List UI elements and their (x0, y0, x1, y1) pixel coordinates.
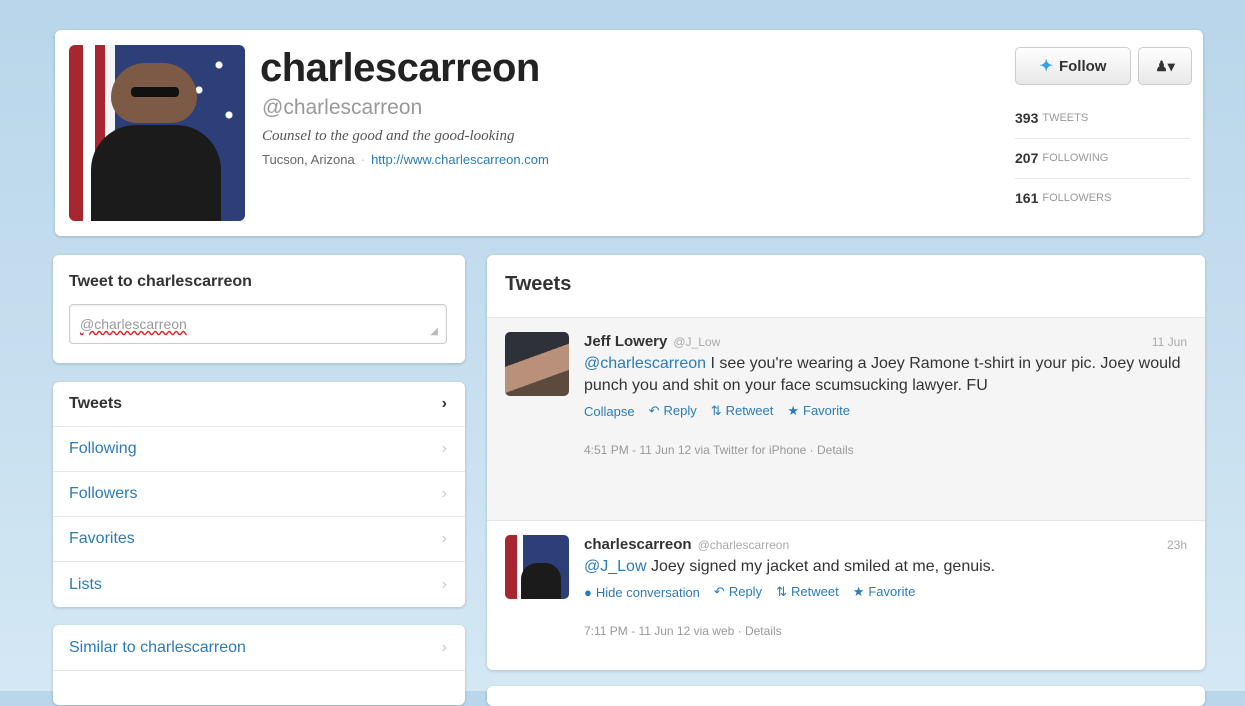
star-icon: ★ (852, 584, 865, 599)
stat-following-label: FOLLOWING (1042, 152, 1109, 164)
resize-handle-icon[interactable]: ◢ (430, 326, 438, 337)
retweet-label: Retweet (725, 403, 774, 418)
chevron-right-icon: › (441, 575, 447, 593)
retweet-label: Retweet (790, 584, 839, 599)
stat-tweets[interactable]: 393 TWEETS (1015, 98, 1190, 139)
nav-item-label: Lists (69, 575, 102, 593)
favorite-action[interactable]: ★ Favorite (787, 403, 850, 419)
stat-tweets-count: 393 (1015, 110, 1039, 126)
tweets-stream: Tweets Jeff Lowery @J_Low 11 Jun @charle… (487, 255, 1205, 670)
reply-action[interactable]: ↶ Reply (714, 584, 762, 600)
reply-action[interactable]: ↶ Reply (649, 403, 697, 419)
follow-button[interactable]: ✦ Follow (1015, 47, 1131, 85)
chevron-right-icon: › (441, 530, 447, 547)
tweet-text: @charlescarreon I see you're wearing a J… (584, 353, 1187, 397)
tweets-title: Tweets (505, 273, 572, 295)
profile-header: charlescarreon @charlescarreon Counsel t… (55, 30, 1203, 236)
reply-icon: ↶ (648, 403, 660, 418)
reply-label: Reply (728, 584, 763, 599)
nav-item-following[interactable]: Following › (53, 427, 465, 472)
nav-item-followers[interactable]: Followers › (53, 472, 465, 517)
user-icon: ♟▾ (1155, 57, 1175, 74)
profile-name: charlescarreon (260, 46, 540, 90)
compose-box: Tweet to charlescarreon @charlescarreon … (53, 255, 465, 363)
star-icon: ★ (787, 403, 800, 418)
retweet-icon: ⇅ (710, 403, 722, 418)
similar-users-link[interactable]: Similar to charlescarreon › (53, 625, 465, 671)
stat-following-count: 207 (1015, 150, 1039, 166)
profile-handle: @charlescarreon (262, 96, 423, 119)
reply-label: Reply (663, 403, 697, 418)
tweet-author-handle[interactable]: @charlescarreon (698, 538, 790, 552)
tweet-text: @J_Low Joey signed my jacket and smiled … (584, 556, 1187, 578)
user-actions-dropdown[interactable]: ♟▾ (1138, 47, 1192, 85)
favorite-label: Favorite (868, 584, 916, 599)
nav-item-tweets[interactable]: Tweets › (53, 382, 465, 427)
favorite-action[interactable]: ★ Favorite (853, 584, 916, 600)
twitter-bird-icon: ✦ (1039, 58, 1053, 75)
tweet-actions: Collapse ↶ Reply ⇅ Retweet ★ Favorite (584, 403, 1187, 419)
reply-icon: ↶ (713, 584, 725, 599)
nav-item-label: Followers (69, 485, 138, 502)
nav-item-favorites[interactable]: Favorites › (53, 517, 465, 562)
hide-conversation-action[interactable]: ● Hide conversation (584, 585, 700, 600)
stat-followers-label: FOLLOWERS (1042, 192, 1112, 204)
retweet-action[interactable]: ⇅ Retweet (776, 584, 839, 600)
next-card (487, 686, 1205, 706)
tweet-author-name[interactable]: Jeff Lowery (584, 333, 667, 350)
tweet-text-body: Joey signed my jacket and smiled at me, … (646, 558, 996, 575)
tweet-author-handle[interactable]: @J_Low (673, 335, 720, 349)
tweet-avatar[interactable] (505, 535, 569, 599)
chevron-right-icon: › (441, 485, 447, 502)
tweet-item[interactable]: Jeff Lowery @J_Low 11 Jun @charlescarreo… (487, 317, 1205, 520)
retweet-icon: ⇅ (776, 584, 787, 599)
profile-avatar[interactable] (69, 45, 245, 221)
tweet-avatar[interactable] (505, 332, 569, 396)
tweet-actions: ● Hide conversation ↶ Reply ⇅ Retweet ★ Favo… (584, 584, 1187, 600)
tweet-timestamp[interactable]: 11 Jun (1152, 335, 1187, 349)
stat-tweets-label: TWEETS (1042, 112, 1089, 124)
tweet-meta[interactable]: 4:51 PM - 11 Jun 12 via Twitter for iPho… (584, 443, 1187, 457)
similar-users-box: Similar to charlescarreon › (53, 625, 465, 705)
nav-item-label: Favorites (69, 530, 135, 547)
nav-item-lists[interactable]: Lists › (53, 562, 465, 607)
profile-location: Tucson, Arizona (262, 152, 355, 167)
tweet-author-name[interactable]: charlescarreon (584, 536, 692, 553)
profile-location-line: Tucson, Arizona · http://www.charlescarreo… (262, 152, 549, 167)
hide-conversation-label: Hide conversation (595, 584, 700, 600)
profile-website-link[interactable]: http://www.charlescarreon.com (371, 152, 549, 167)
stat-following[interactable]: 207 FOLLOWING (1015, 138, 1190, 179)
tweet-timestamp[interactable]: 23h (1167, 538, 1187, 552)
similar-users-label: Similar to charlescarreon (69, 638, 246, 656)
chevron-right-icon: › (441, 395, 447, 412)
speech-bubble-icon: ● (584, 584, 592, 600)
profile-nav: Tweets › Following › Followers › Favorit… (53, 382, 465, 607)
stat-followers[interactable]: 161 FOLLOWERS (1015, 178, 1190, 218)
chevron-right-icon: › (441, 440, 447, 457)
nav-item-label: Tweets (69, 395, 123, 412)
stat-followers-count: 161 (1015, 190, 1039, 206)
collapse-link[interactable]: Collapse (584, 404, 635, 419)
compose-input-value: @charlescarreon (80, 316, 187, 332)
chevron-right-icon: › (441, 638, 447, 656)
compose-input[interactable]: @charlescarreon ◢ (69, 304, 447, 344)
tweet-meta[interactable]: 7:11 PM - 11 Jun 12 via web · Details (584, 624, 1187, 638)
tweet-mention-link[interactable]: @charlescarreon (584, 355, 706, 372)
compose-title: Tweet to charlescarreon (69, 273, 252, 290)
follow-button-label: Follow (1058, 57, 1107, 75)
tweet-mention-link[interactable]: @J_Low (584, 558, 647, 575)
retweet-action[interactable]: ⇅ Retweet (711, 403, 774, 419)
tweet-item[interactable]: charlescarreon @charlescarreon 23h @J_Lo… (487, 520, 1205, 670)
profile-bio: Counsel to the good and the good-looking (262, 128, 515, 144)
nav-item-label: Following (69, 440, 137, 457)
favorite-label: Favorite (803, 403, 850, 418)
